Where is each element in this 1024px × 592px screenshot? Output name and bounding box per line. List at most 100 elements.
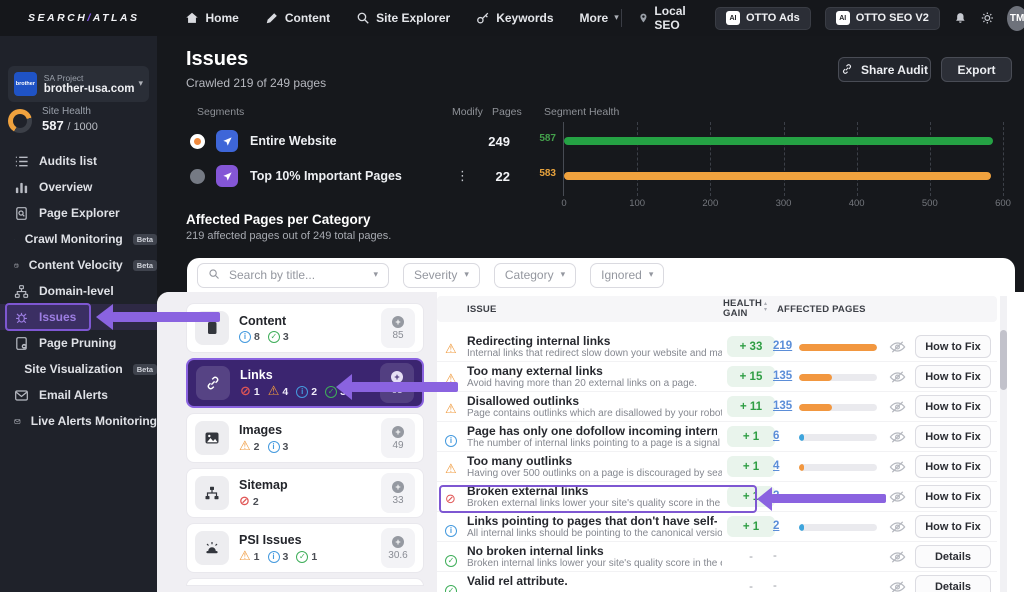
ignored-filter[interactable]: Ignored▾: [590, 263, 664, 288]
segment-row-entire-website[interactable]: Entire Website: [190, 128, 337, 154]
issue-row-broken-external-links[interactable]: ⊘Broken external linksBroken external li…: [437, 482, 997, 512]
ignore-eye-slash-icon[interactable]: [889, 460, 906, 474]
project-selector[interactable]: brother SA Project brother-usa.com ▾: [8, 66, 149, 102]
affected-pages-link[interactable]: 135: [773, 370, 792, 382]
issue-row-page-has-only-one-dofollow-incoming-internal-link[interactable]: iPage has only one dofollow incoming int…: [437, 422, 997, 452]
severity-badge-warning: ⚠1: [239, 550, 260, 563]
ignore-eye-slash-icon[interactable]: [889, 520, 906, 534]
gridline: [1003, 122, 1004, 196]
plus-icon: +: [392, 426, 404, 438]
nav-item-site-explorer[interactable]: Site Explorer: [356, 11, 450, 25]
issue-row-links-pointing-to-pages-that-don-t-have-self-referential-c[interactable]: iLinks pointing to pages that don't have…: [437, 512, 997, 542]
affected-pages-link[interactable]: 4: [773, 460, 779, 472]
search-atlas-logo[interactable]: SEARCH/ATLAS: [28, 12, 139, 24]
sidebar-item-crawl-monitoring[interactable]: Crawl MonitoringBeta: [0, 226, 157, 252]
issue-row-no-broken-internal-links[interactable]: ✓No broken internal linksBroken internal…: [437, 542, 997, 572]
details-button[interactable]: Details: [915, 545, 991, 568]
sidebar-item-page-pruning[interactable]: Page Pruning: [0, 330, 157, 356]
search-icon: [356, 11, 370, 25]
category-score[interactable]: +85: [381, 308, 415, 348]
details-button[interactable]: Details: [915, 575, 991, 592]
bar-chart-icon: [14, 180, 29, 195]
category-card-sitemap[interactable]: Sitemap⊘2+33: [186, 468, 424, 518]
gridline: [784, 122, 785, 196]
home-icon: [185, 11, 199, 25]
affected-pages-link[interactable]: 2: [773, 520, 779, 532]
annotation-arrow-issues-shaft: [112, 312, 220, 322]
mail-icon: [14, 388, 29, 403]
export-button[interactable]: Export: [941, 57, 1012, 82]
gear-icon[interactable]: [981, 10, 994, 26]
scrollbar-thumb[interactable]: [1000, 330, 1007, 390]
sidebar-item-label: Crawl Monitoring: [25, 232, 123, 246]
nav-item-more[interactable]: More▾: [580, 11, 619, 25]
sidebar-item-email-alerts[interactable]: Email Alerts: [0, 382, 157, 408]
severity-badge-warning: ⚠4: [268, 385, 289, 398]
nav-item-keywords[interactable]: Keywords: [476, 11, 553, 25]
category-score[interactable]: +49: [381, 418, 415, 458]
issue-row-too-many-outlinks[interactable]: ⚠Too many outlinksHaving over 500 outlin…: [437, 452, 997, 482]
ignore-eye-slash-icon[interactable]: [889, 580, 906, 592]
segment-row-top-pages[interactable]: Top 10% Important Pages: [190, 163, 402, 189]
search-input[interactable]: Search by title... ▾: [197, 263, 389, 288]
health-gain-col-header[interactable]: HEALTH GAIN: [723, 299, 767, 319]
list-icon: [14, 154, 29, 169]
category-filter[interactable]: Category▾: [494, 263, 576, 288]
link-icon: [196, 366, 230, 400]
annotation-arrow-broken-links: [757, 487, 772, 511]
nav-item-local-seo[interactable]: Local SEO: [638, 4, 701, 32]
radio-selected[interactable]: [190, 134, 205, 149]
category-card-content[interactable]: Contenti8✓3+85: [186, 303, 424, 353]
how-to-fix-button[interactable]: How to Fix: [915, 485, 991, 508]
radio-unselected[interactable]: [190, 169, 205, 184]
severity-filter[interactable]: Severity▾: [403, 263, 480, 288]
affected-pages-link[interactable]: 6: [773, 430, 779, 442]
sidebar-item-site-visualization[interactable]: Site VisualizationBeta: [0, 356, 157, 382]
sidebar-item-content-velocity[interactable]: Content VelocityBeta: [0, 252, 157, 278]
nav-item-home[interactable]: Home: [185, 11, 238, 25]
kebab-menu-icon[interactable]: ⋮: [456, 169, 466, 184]
ignore-eye-slash-icon[interactable]: [889, 400, 906, 414]
issue-row-disallowed-outlinks[interactable]: ⚠Disallowed outlinksPage contains outlin…: [437, 392, 997, 422]
category-score[interactable]: +30.6: [381, 528, 415, 568]
sort-icon[interactable]: ▴▾: [764, 301, 767, 313]
calendar-icon: [14, 258, 19, 273]
primary-nav: Home Content Site Explorer Keywords More▾: [185, 11, 618, 25]
how-to-fix-button[interactable]: How to Fix: [915, 395, 991, 418]
issue-row-redirecting-internal-links[interactable]: ⚠Redirecting internal linksInternal link…: [437, 332, 997, 362]
x-axis-tick: 600: [995, 198, 1011, 209]
affected-pages-link[interactable]: 135: [773, 400, 792, 412]
category-card-images[interactable]: Images⚠2i3+49: [186, 413, 424, 463]
issue-title: Broken external links: [467, 484, 717, 498]
sidebar-item-domain-level[interactable]: Domain-level: [0, 278, 157, 304]
vertical-scrollbar[interactable]: [1000, 296, 1007, 592]
ignore-eye-slash-icon[interactable]: [889, 430, 906, 444]
otto-ads-button[interactable]: AI OTTO Ads: [715, 7, 811, 30]
how-to-fix-button[interactable]: How to Fix: [915, 515, 991, 538]
sidebar-item-page-explorer[interactable]: Page Explorer: [0, 200, 157, 226]
otto-seo-v2-button[interactable]: AI OTTO SEO V2: [825, 7, 940, 30]
sidebar-item-label: Page Pruning: [39, 336, 116, 350]
issue-row-valid-rel-attribute[interactable]: ✓Valid rel attribute.--Details: [437, 572, 997, 592]
issue-row-too-many-external-links[interactable]: ⚠Too many external linksAvoid having mor…: [437, 362, 997, 392]
how-to-fix-button[interactable]: How to Fix: [915, 365, 991, 388]
how-to-fix-button[interactable]: How to Fix: [915, 335, 991, 358]
category-score[interactable]: +33: [381, 473, 415, 513]
chevron-down-icon: ▾: [138, 79, 143, 89]
ignore-eye-slash-icon[interactable]: [889, 340, 906, 354]
avatar[interactable]: TM: [1007, 6, 1024, 31]
affected-pages-link[interactable]: 219: [773, 340, 792, 352]
how-to-fix-button[interactable]: How to Fix: [915, 455, 991, 478]
bell-icon[interactable]: [954, 10, 967, 26]
ignore-eye-slash-icon[interactable]: [889, 370, 906, 384]
sidebar-item-overview[interactable]: Overview: [0, 174, 157, 200]
sidebar-item-live-alerts-monitoring[interactable]: Live Alerts Monitoring: [0, 408, 157, 434]
category-card-psi-issues[interactable]: PSI Issues⚠1i3✓1+30.6: [186, 523, 424, 573]
ignore-eye-slash-icon[interactable]: [889, 490, 906, 504]
image-icon: [195, 421, 229, 455]
sidebar-item-audits-list[interactable]: Audits list: [0, 148, 157, 174]
share-audit-button[interactable]: Share Audit: [838, 57, 931, 82]
how-to-fix-button[interactable]: How to Fix: [915, 425, 991, 448]
ignore-eye-slash-icon[interactable]: [889, 550, 906, 564]
nav-item-content[interactable]: Content: [265, 11, 330, 25]
